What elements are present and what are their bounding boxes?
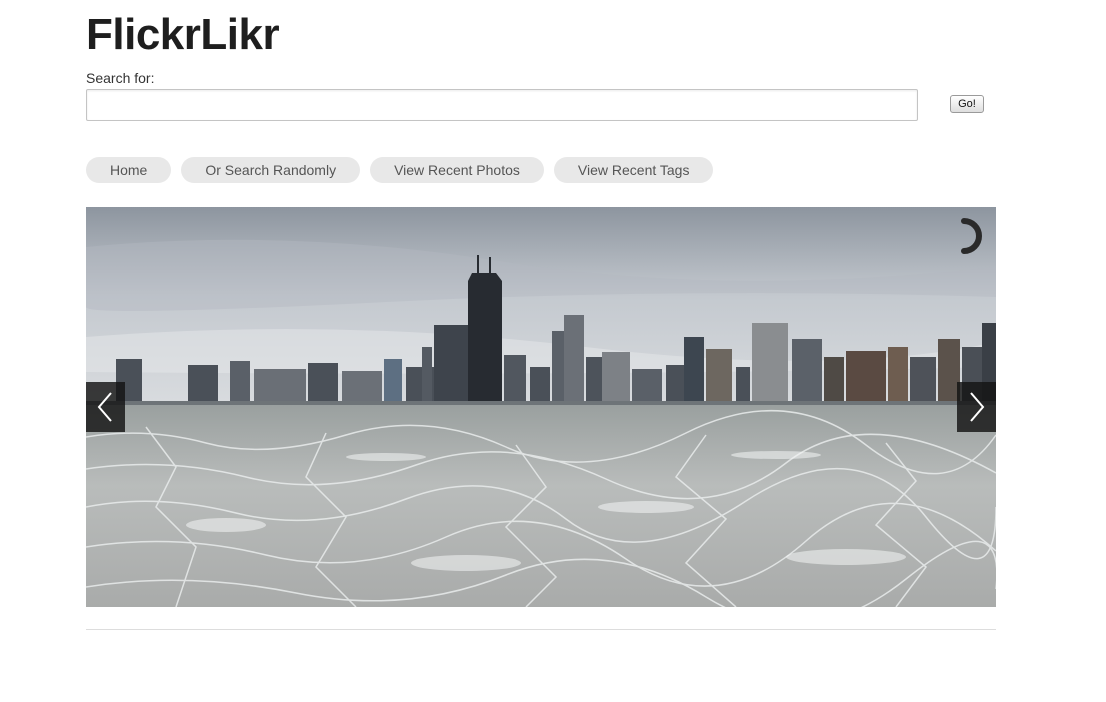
chevron-left-icon	[97, 392, 112, 422]
chevron-right-icon	[970, 392, 985, 422]
divider	[86, 629, 996, 630]
prev-photo-button[interactable]	[86, 382, 125, 432]
next-photo-button[interactable]	[957, 382, 996, 432]
search-input[interactable]	[86, 89, 918, 121]
nav-recent-tags-button[interactable]: View Recent Tags	[553, 157, 714, 183]
search-label: Search for:	[86, 70, 155, 86]
nav-bar: Home Or Search Randomly View Recent Phot…	[86, 157, 714, 183]
loading-spinner-icon	[961, 218, 982, 254]
go-button[interactable]: Go!	[950, 95, 984, 113]
photo-slideshow	[86, 207, 996, 607]
nav-recent-photos-button[interactable]: View Recent Photos	[370, 157, 544, 183]
nav-home-button[interactable]: Home	[86, 157, 172, 183]
slideshow-photo	[86, 207, 996, 607]
app-title: FlickrLikr	[86, 10, 280, 59]
nav-search-randomly-button[interactable]: Or Search Randomly	[181, 157, 361, 183]
